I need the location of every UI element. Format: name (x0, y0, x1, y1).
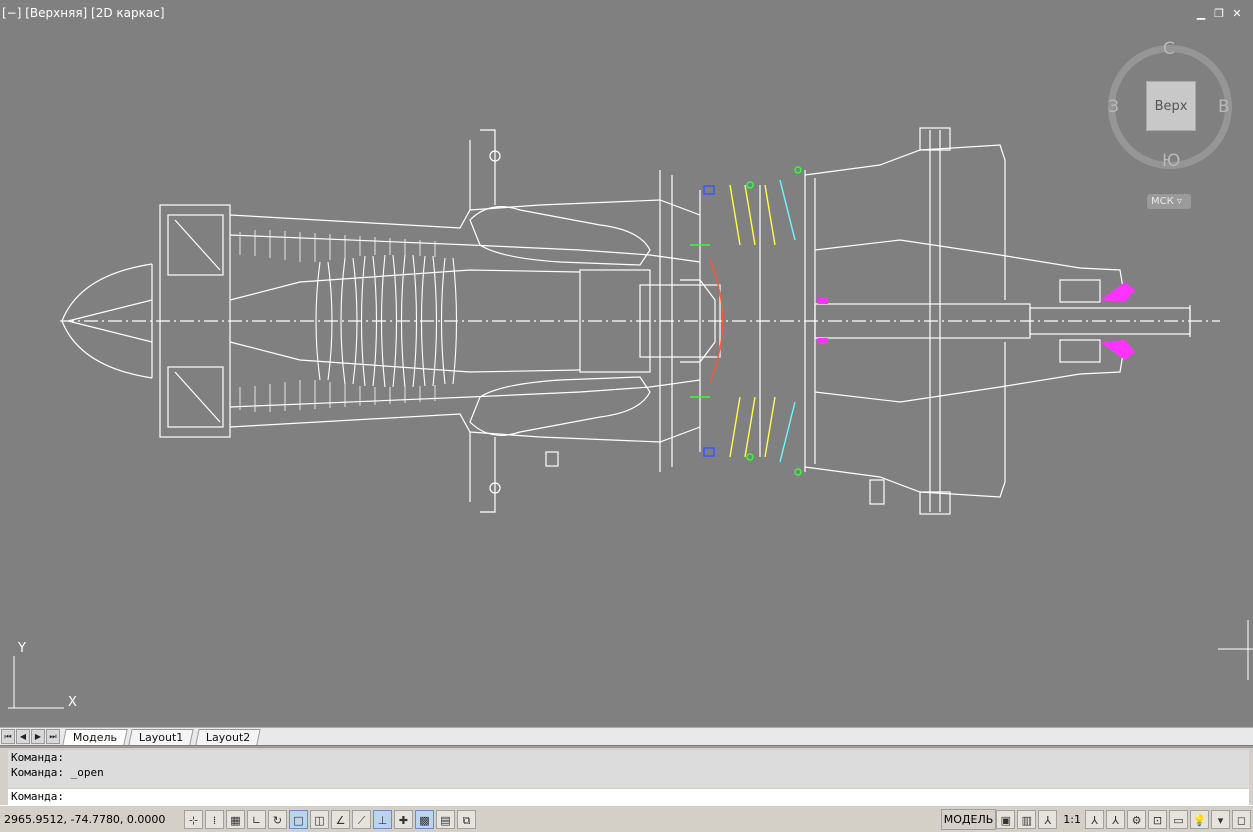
tab-layout2[interactable]: Layout2 (194, 728, 261, 745)
command-input[interactable]: Команда: (8, 789, 1249, 805)
3d-object-snap-icon[interactable]: ◫ (310, 809, 329, 829)
status-bar: 2965.9512, -74.7780, 0.0000 ⊹ ⁞ ▦ ∟ ↻ □ … (0, 805, 1253, 832)
viewcube-face-top[interactable]: Верх (1146, 81, 1196, 131)
polar-tracking-icon[interactable]: ↻ (268, 809, 287, 829)
snap-mode-icon[interactable]: ⁞ (205, 809, 224, 829)
ucs-menu-button[interactable]: МСК ▿ (1147, 194, 1191, 209)
command-history-line: Команда: (11, 751, 64, 764)
tab-model[interactable]: Модель (62, 728, 128, 745)
grid-display-icon[interactable]: ▦ (226, 809, 245, 829)
dynamic-ucs-icon[interactable]: ⟋ (352, 809, 371, 829)
quick-properties-icon[interactable]: ▤ (436, 809, 455, 829)
command-history: Команда: Команда: _open (8, 750, 1249, 788)
lineweight-icon[interactable]: ✚ (394, 809, 413, 829)
compass-west[interactable]: З (1108, 97, 1119, 117)
ortho-mode-icon[interactable]: ∟ (247, 809, 266, 829)
status-menu-icon[interactable]: ▾ (1211, 809, 1230, 829)
object-snap-icon[interactable]: □ (289, 809, 308, 829)
ucs-button-label: МСК (1151, 196, 1174, 207)
dynamic-input-icon[interactable]: ⊥ (373, 809, 392, 829)
engine-drawing[interactable] (0, 0, 1253, 727)
command-prompt: Команда: (11, 790, 64, 803)
quick-view-layouts-icon[interactable]: ▣ (996, 809, 1016, 829)
isolate-objects-icon[interactable]: 💡 (1190, 809, 1209, 829)
minimize-icon[interactable]: ▁ (1195, 8, 1207, 20)
tab-last-icon[interactable]: ⏭ (46, 729, 60, 744)
coordinates-readout[interactable]: 2965.9512, -74.7780, 0.0000 (0, 813, 184, 826)
selection-cycling-icon[interactable]: ⧉ (457, 809, 476, 829)
command-history-line: Команда: _open (11, 766, 104, 779)
ucs-icon: Y X (6, 636, 86, 720)
tab-first-icon[interactable]: ⏮ (1, 729, 15, 744)
ucs-y-label: Y (17, 641, 26, 656)
viewport-label[interactable]: [−] [Верхняя] [2D каркас] (2, 6, 165, 20)
compass-north[interactable]: С (1163, 39, 1175, 59)
drawing-viewport[interactable]: [−] [Верхняя] [2D каркас] ▁ ❐ ✕ С Ю В З … (0, 0, 1253, 727)
restore-icon[interactable]: ❐ (1213, 8, 1225, 20)
auto-scale-icon[interactable]: ⅄ (1106, 809, 1125, 829)
model-space-button[interactable]: МОДЕЛЬ (940, 808, 997, 830)
tab-prev-icon[interactable]: ◀ (16, 729, 30, 744)
hardware-acceleration-icon[interactable]: ▭ (1169, 809, 1188, 829)
workspace-switching-icon[interactable]: ⚙ (1127, 809, 1146, 829)
clean-screen-icon[interactable]: ◻ (1232, 809, 1251, 829)
viewcube[interactable]: С Ю В З Верх (1108, 39, 1232, 171)
annotation-visibility-icon[interactable]: ⅄ (1085, 809, 1104, 829)
close-icon[interactable]: ✕ (1231, 8, 1243, 20)
tab-layout1[interactable]: Layout1 (128, 728, 195, 745)
annotation-scale-icon[interactable]: ⅄ (1038, 809, 1058, 829)
quick-view-drawings-icon[interactable]: ▥ (1017, 809, 1037, 829)
ucs-x-label: X (68, 695, 77, 710)
compass-east[interactable]: В (1218, 97, 1230, 117)
infer-constraints-icon[interactable]: ⊹ (184, 809, 203, 829)
tab-next-icon[interactable]: ▶ (31, 729, 45, 744)
toolbar-lock-icon[interactable]: ⊡ (1148, 809, 1167, 829)
compass-south[interactable]: Ю (1162, 151, 1180, 171)
annotation-scale[interactable]: 1:1 (1063, 813, 1081, 826)
object-snap-tracking-icon[interactable]: ∠ (331, 809, 350, 829)
layout-tab-bar: ⏮ ◀ ▶ ⏭ Модель Layout1 Layout2 (0, 727, 1253, 745)
transparency-icon[interactable]: ▩ (415, 809, 434, 829)
viewport-window-controls: ▁ ❐ ✕ (1195, 8, 1243, 20)
command-window: Команда: Команда: _open Команда: (0, 746, 1253, 806)
